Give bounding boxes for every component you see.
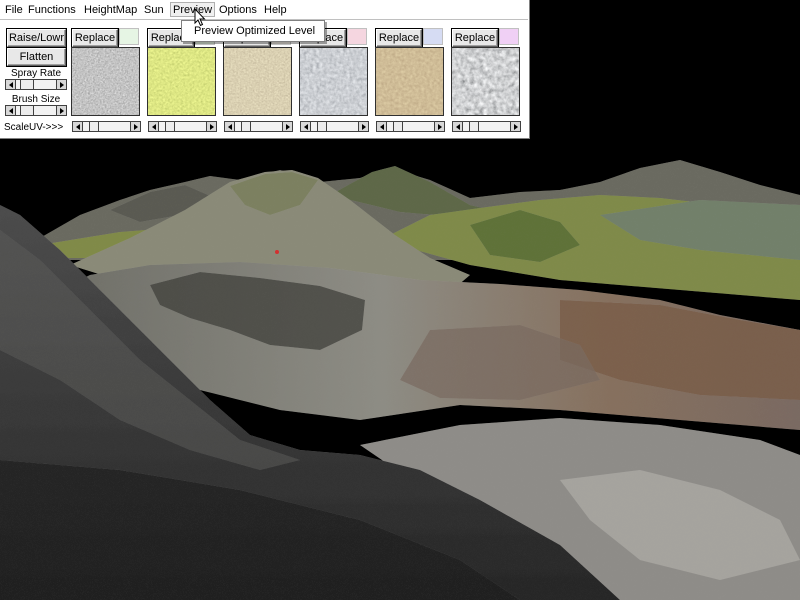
menu-functions[interactable]: Functions — [27, 3, 77, 18]
scale-uv-slider-4[interactable] — [300, 121, 369, 132]
preview-optimized-level-item[interactable]: Preview Optimized Level — [194, 25, 315, 38]
texture-color-swatch-6[interactable] — [499, 28, 519, 45]
arrow-right-icon[interactable] — [358, 122, 368, 131]
arrow-left-icon[interactable] — [225, 122, 235, 131]
menu-options[interactable]: Options — [218, 3, 258, 18]
arrow-left-icon[interactable] — [301, 122, 311, 131]
menu-heightmap[interactable]: HeightMap — [83, 3, 138, 18]
scale-uv-slider-5[interactable] — [376, 121, 445, 132]
texture-color-swatch-5[interactable] — [423, 28, 443, 45]
scale-uv-slider-6[interactable] — [452, 121, 521, 132]
spray-rate-slider[interactable] — [5, 79, 67, 90]
arrow-right-icon[interactable] — [206, 122, 216, 131]
arrow-left-icon[interactable] — [6, 106, 16, 115]
arrow-left-icon[interactable] — [6, 80, 16, 89]
slider-thumb[interactable] — [89, 122, 99, 131]
arrow-right-icon[interactable] — [130, 122, 140, 131]
arrow-right-icon[interactable] — [56, 106, 66, 115]
texture-grass[interactable] — [147, 47, 216, 116]
slider-thumb[interactable] — [20, 80, 34, 89]
menu-file[interactable]: File — [4, 3, 24, 18]
arrow-right-icon[interactable] — [510, 122, 520, 131]
texture-dirt[interactable] — [223, 47, 292, 116]
brush-size-label: Brush Size — [11, 94, 61, 105]
scale-uv-slider-1[interactable] — [72, 121, 141, 132]
scale-uv-label: ScaleUV->>> — [4, 122, 64, 133]
menu-preview[interactable]: Preview — [170, 2, 216, 17]
slider-thumb[interactable] — [241, 122, 251, 131]
scale-uv-slider-3[interactable] — [224, 121, 293, 132]
replace-button-1[interactable]: Replace — [72, 29, 118, 47]
texture-gravel[interactable] — [71, 47, 140, 116]
slider-thumb[interactable] — [165, 122, 175, 131]
replace-button-6[interactable]: Replace — [452, 29, 498, 47]
texture-mud[interactable] — [375, 47, 444, 116]
replace-button-5[interactable]: Replace — [376, 29, 422, 47]
brush-size-slider[interactable] — [5, 105, 67, 116]
arrow-left-icon[interactable] — [149, 122, 159, 131]
scale-uv-slider-2[interactable] — [148, 121, 217, 132]
texture-stone[interactable] — [451, 47, 520, 116]
menu-help[interactable]: Help — [263, 3, 288, 18]
slider-thumb[interactable] — [317, 122, 327, 131]
arrow-right-icon[interactable] — [434, 122, 444, 131]
slider-thumb[interactable] — [20, 106, 34, 115]
arrow-left-icon[interactable] — [453, 122, 463, 131]
texture-rock[interactable] — [299, 47, 368, 116]
texture-color-swatch-4[interactable] — [347, 28, 367, 45]
menu-sun[interactable]: Sun — [143, 3, 165, 18]
texture-color-swatch-1[interactable] — [119, 28, 139, 45]
slider-thumb[interactable] — [393, 122, 403, 131]
arrow-left-icon[interactable] — [73, 122, 83, 131]
spray-rate-label: Spray Rate — [10, 68, 62, 79]
arrow-right-icon[interactable] — [282, 122, 292, 131]
flatten-button[interactable]: Flatten — [7, 48, 66, 66]
raise-lower-button[interactable]: Raise/Lowr — [7, 29, 66, 47]
arrow-right-icon[interactable] — [56, 80, 66, 89]
mouse-pointer-icon — [194, 8, 206, 27]
arrow-left-icon[interactable] — [377, 122, 387, 131]
slider-thumb[interactable] — [469, 122, 479, 131]
menu-bar: File Functions HeightMap Sun Preview Opt… — [0, 0, 528, 20]
